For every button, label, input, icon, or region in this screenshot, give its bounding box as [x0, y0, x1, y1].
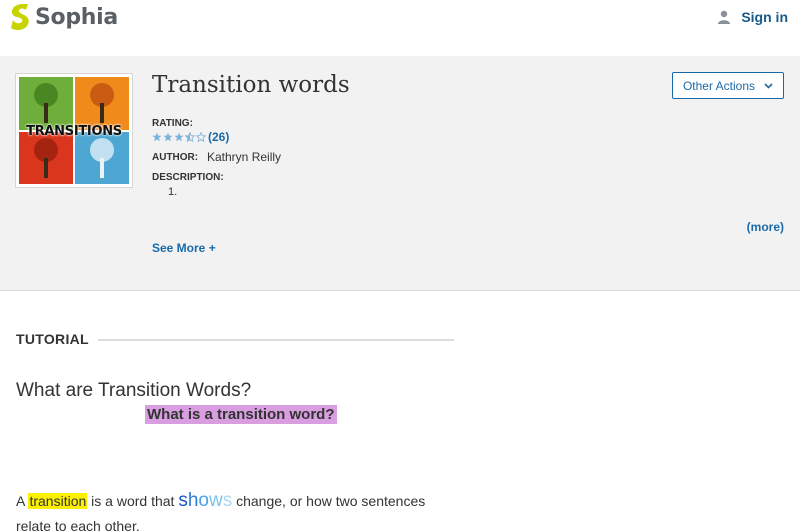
- rating-label: RATING:: [152, 118, 193, 129]
- star-rating[interactable]: (26): [152, 130, 229, 144]
- rating-count[interactable]: (26): [208, 130, 229, 144]
- gradient-word: shows: [178, 490, 232, 511]
- resource-panel: TRANSITIONS Transition words Other Actio…: [0, 56, 800, 291]
- thumbnail-label: TRANSITIONS: [26, 124, 122, 139]
- brand-name: Sophia: [35, 4, 118, 30]
- tree-icon: [90, 137, 114, 178]
- section-label: TUTORIAL: [16, 331, 89, 347]
- description-label: DESCRIPTION:: [152, 172, 224, 183]
- gradient-letter: s: [222, 490, 233, 511]
- highlighted-word: transition: [28, 493, 88, 509]
- gradient-letter: w: [208, 490, 223, 511]
- sophia-logo[interactable]: Sophia: [9, 2, 118, 32]
- tutorial-paragraph: A transition is a word that shows change…: [16, 488, 456, 532]
- thumbnail-quadrant-orange: [75, 77, 129, 130]
- see-more-link[interactable]: See More +: [152, 241, 216, 255]
- star-empty-icon: [196, 132, 206, 142]
- user-icon: [718, 10, 731, 24]
- tree-icon: [34, 137, 58, 178]
- sign-in-label: Sign in: [741, 9, 788, 25]
- resource-thumbnail: TRANSITIONS: [15, 73, 133, 188]
- section-divider: [98, 339, 454, 341]
- description-item: 1.: [168, 186, 178, 198]
- author-name: Kathryn Reilly: [207, 150, 282, 164]
- chevron-down-icon: [764, 82, 773, 89]
- thumbnail-quadrant-red: [19, 131, 73, 184]
- gradient-letter: h: [187, 490, 199, 511]
- star-full-icon: [152, 132, 162, 142]
- star-full-icon: [163, 132, 173, 142]
- other-actions-label: Other Actions: [682, 78, 756, 93]
- gradient-letter: o: [198, 490, 209, 511]
- thumbnail-quadrant-blue: [75, 131, 129, 184]
- tutorial-subheading: What is a transition word?: [145, 405, 337, 424]
- paragraph-text: A: [16, 493, 25, 509]
- top-bar: Sophia Sign in: [0, 0, 800, 56]
- tutorial-heading: What are Transition Words?: [16, 380, 252, 401]
- thumbnail-quadrant-green: [19, 77, 73, 130]
- paragraph-text: is a word that: [91, 493, 175, 509]
- sign-in-link[interactable]: Sign in: [717, 9, 788, 25]
- other-actions-button[interactable]: Other Actions: [672, 72, 784, 99]
- more-link[interactable]: (more): [747, 220, 784, 234]
- star-half-icon: [185, 132, 195, 142]
- tree-icon: [90, 83, 114, 124]
- gradient-letter: s: [178, 490, 188, 511]
- page-title: Transition words: [152, 72, 350, 98]
- sophia-logo-icon: [11, 4, 29, 31]
- author-label: AUTHOR:: [152, 152, 199, 163]
- star-full-icon: [174, 132, 184, 142]
- tree-icon: [34, 83, 58, 124]
